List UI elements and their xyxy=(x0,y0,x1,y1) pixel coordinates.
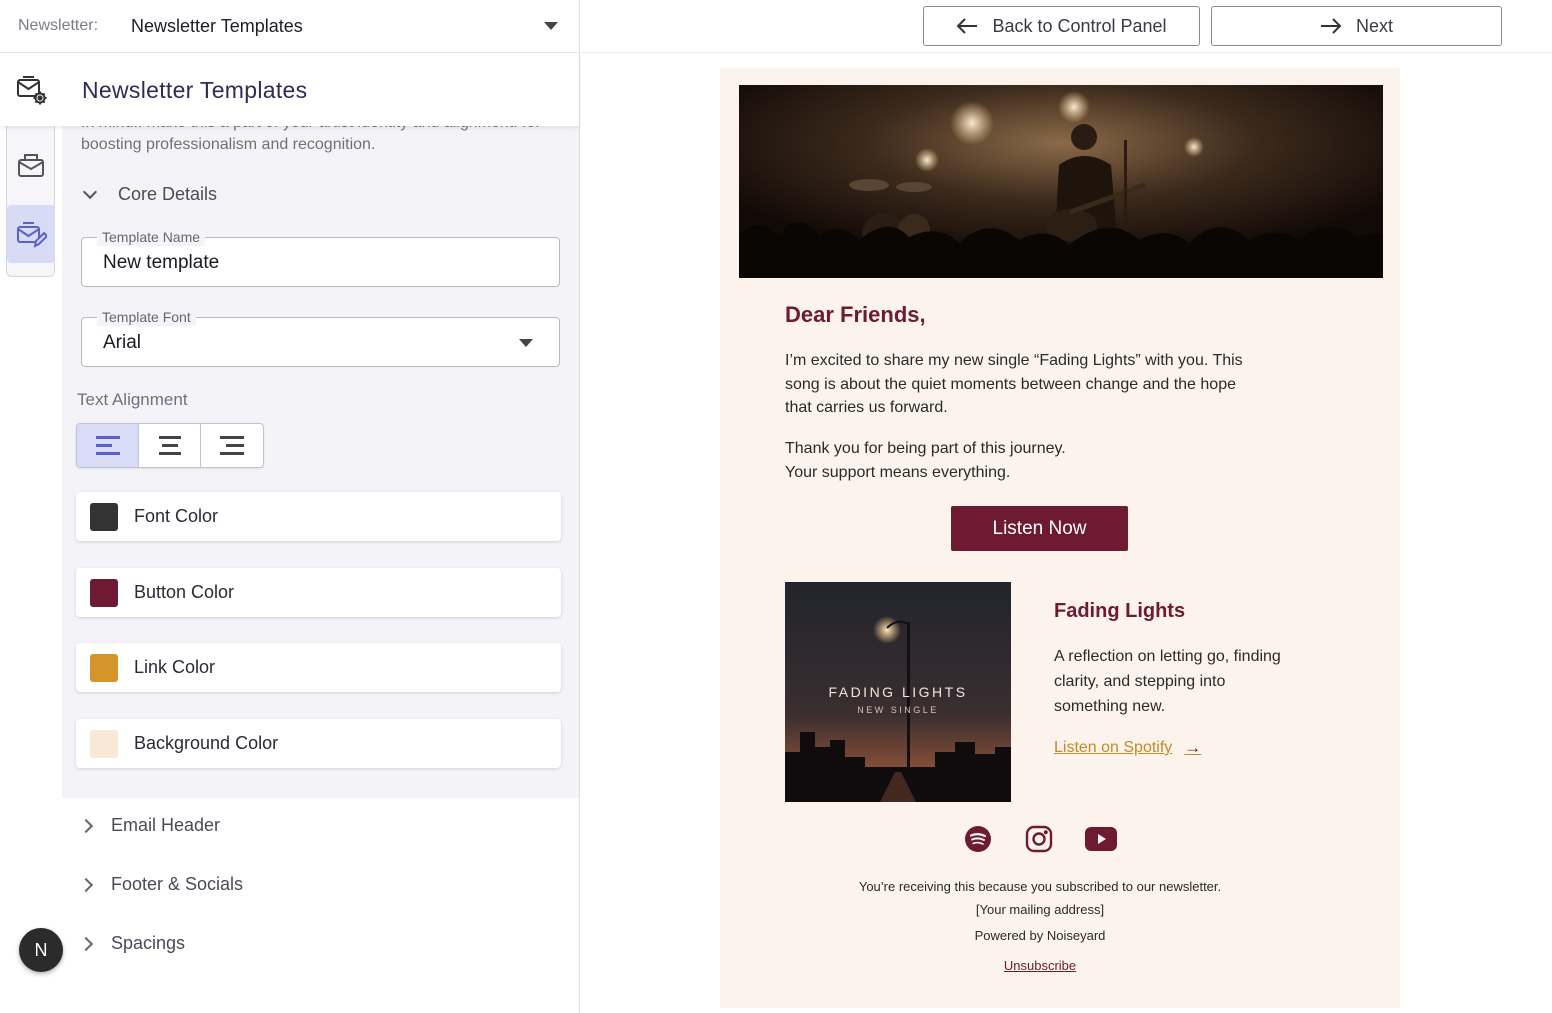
newsletter-selector[interactable]: Newsletter: Newsletter Templates xyxy=(0,0,579,53)
next-button-label: Next xyxy=(1355,15,1393,36)
chevron-right-icon xyxy=(78,818,94,833)
align-center-icon xyxy=(158,435,181,455)
spacings-section[interactable]: Spacings xyxy=(62,914,579,973)
newsletter-settings-icon xyxy=(0,73,82,107)
action-bar: Back to Control Panel Next xyxy=(580,0,1552,53)
core-details-form: In mind.. make this a part of your artis… xyxy=(62,126,579,798)
youtube-icon[interactable] xyxy=(1085,824,1117,854)
template-font-select[interactable]: Template Font Arial xyxy=(81,308,560,367)
spotify-icon[interactable] xyxy=(962,824,994,854)
align-right-button[interactable] xyxy=(201,424,263,467)
hero-image xyxy=(739,85,1383,278)
button-color-label: Button Color xyxy=(134,582,235,602)
newsletter-selector-value: Newsletter Templates xyxy=(131,15,303,36)
social-links xyxy=(720,824,1400,854)
concert-photo xyxy=(739,85,1383,278)
template-edit-icon xyxy=(17,222,47,248)
footer-socials-label: Footer & Socials xyxy=(111,874,244,894)
font-color-swatch xyxy=(90,502,118,531)
chevron-right-icon xyxy=(78,936,94,951)
rail-item-templates[interactable] xyxy=(7,205,55,263)
email-greeting: Dear Friends, xyxy=(785,302,926,327)
text-alignment-group xyxy=(76,423,264,468)
unsubscribe-link[interactable]: Unsubscribe xyxy=(720,958,1360,973)
back-button-label: Back to Control Panel xyxy=(992,15,1167,36)
email-header-section[interactable]: Email Header xyxy=(62,796,579,855)
caret-down-icon xyxy=(519,339,533,347)
caret-down-icon xyxy=(544,22,558,30)
listen-on-spotify-link[interactable]: Listen on Spotify → xyxy=(1054,738,1201,758)
spotify-link-label: Listen on Spotify xyxy=(1054,739,1173,756)
background-color-label: Background Color xyxy=(134,733,279,753)
template-name-value: New template xyxy=(103,252,220,273)
footer-address: [Your mailing address] xyxy=(975,902,1105,917)
chevron-right-icon xyxy=(78,877,94,892)
mailbox-icon xyxy=(18,154,44,177)
album-art-title: FADING LIGHTS xyxy=(828,684,968,700)
template-name-field[interactable]: Template Name New template xyxy=(81,228,560,287)
email-preview: Dear Friends, I’m excited to share my ne… xyxy=(720,68,1400,1008)
template-font-label: Template Font xyxy=(97,308,196,326)
listen-now-button[interactable]: Listen Now xyxy=(951,506,1128,551)
rail-item-newsletters[interactable] xyxy=(7,136,55,194)
album-artwork: FADING LIGHTS NEW SINGLE xyxy=(785,582,1011,802)
background-color-picker[interactable]: Background Color xyxy=(76,719,561,768)
align-right-icon xyxy=(220,435,244,455)
font-color-picker[interactable]: Font Color xyxy=(76,492,561,541)
email-paragraph-2-line-2: Your support means everything. xyxy=(785,463,1011,481)
email-paragraph-2: Thank you for being part of this journey… xyxy=(785,437,1265,484)
link-color-picker[interactable]: Link Color xyxy=(76,643,561,692)
back-to-control-panel-button[interactable]: Back to Control Panel xyxy=(923,6,1200,46)
next-button[interactable]: Next xyxy=(1211,6,1502,46)
font-color-label: Font Color xyxy=(134,506,219,526)
button-color-swatch xyxy=(90,578,118,607)
spacings-label: Spacings xyxy=(111,933,186,953)
background-color-swatch xyxy=(90,729,118,758)
newsletter-selector-label: Newsletter: xyxy=(18,17,99,34)
instagram-icon[interactable] xyxy=(1023,824,1055,854)
album-art-subtitle: NEW SINGLE xyxy=(857,705,939,715)
song-description: A reflection on letting go, finding clar… xyxy=(1054,648,1281,715)
text-alignment-label: Text Alignment xyxy=(77,390,188,409)
template-name-label: Template Name xyxy=(97,228,206,246)
email-paragraph-2-line-1: Thank you for being part of this journey… xyxy=(785,440,1066,457)
email-paragraph-1: I’m excited to share my new single “Fadi… xyxy=(785,352,1243,416)
chevron-down-icon xyxy=(82,184,98,200)
panel-header: Newsletter Templates xyxy=(0,54,579,126)
button-color-picker[interactable]: Button Color xyxy=(76,568,561,617)
footer-powered-by: Powered by Noiseyard xyxy=(974,928,1106,943)
song-title: Fading Lights xyxy=(1054,600,1186,622)
user-avatar[interactable]: N xyxy=(19,928,63,972)
email-header-label: Email Header xyxy=(111,815,221,835)
link-color-label: Link Color xyxy=(134,657,216,677)
panel-title: Newsletter Templates xyxy=(82,76,308,103)
footer-notice: You’re receiving this because you subscr… xyxy=(858,879,1222,894)
align-left-button[interactable] xyxy=(77,424,139,467)
panel-description: In mind.. make this a part of your artis… xyxy=(81,126,541,153)
settings-panel: Newsletter: Newsletter Templates Newslet… xyxy=(0,0,580,1013)
side-rail xyxy=(6,126,55,277)
arrow-left-icon xyxy=(956,17,978,35)
link-color-swatch xyxy=(90,653,118,682)
footer-socials-section[interactable]: Footer & Socials xyxy=(62,855,579,914)
align-left-icon xyxy=(95,435,120,455)
core-details-label: Core Details xyxy=(118,184,218,204)
template-font-value: Arial xyxy=(103,332,142,353)
arrow-right-icon xyxy=(1320,17,1342,35)
arrow-right-icon: → xyxy=(1184,738,1202,757)
align-center-button[interactable] xyxy=(139,424,201,467)
core-details-toggle[interactable]: Core Details xyxy=(81,184,217,205)
